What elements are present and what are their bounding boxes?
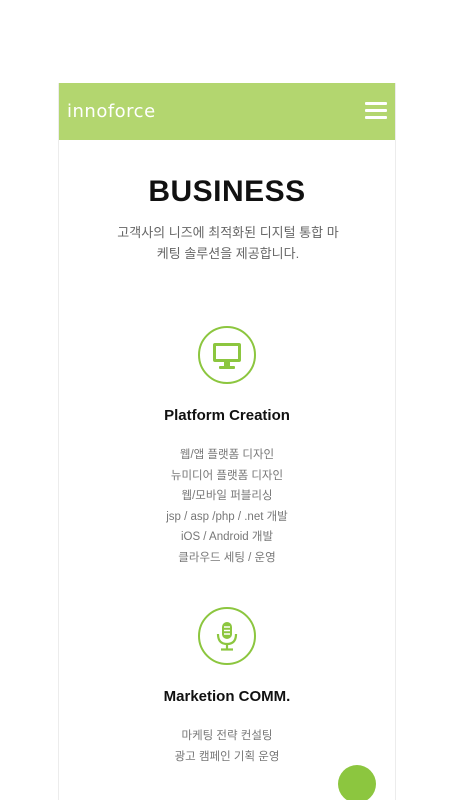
section-subtitle: 고객사의 니즈에 최적화된 디지털 통합 마 케팅 솔루션을 제공합니다. [103,222,353,264]
service-title: Platform Creation [164,407,290,424]
list-item: 클라우드 세팅 / 운영 [178,551,276,564]
section-title: BUSINESS [148,175,306,208]
service-platform-creation: Platform Creation 웹/앱 플랫폼 디자인 뉴미디어 플랫폼 디… [59,326,395,568]
service-marketing-comm: Marketion COMM. 마케팅 전략 컨설팅 광고 캠페인 기획 운영 [59,607,395,767]
service-item-list: 웹/앱 플랫폼 디자인 뉴미디어 플랫폼 디자인 웹/모바일 퍼블리싱 jsp … [59,445,395,568]
list-item: iOS / Android 개발 [180,531,274,543]
site-header: innoforce [59,83,395,140]
monitor-icon [198,326,256,384]
list-item: 웹/앱 플랫폼 디자인 [179,449,275,461]
microphone-icon [198,607,256,665]
list-item: 뉴미디어 플랫폼 디자인 [170,469,284,482]
service-title: Marketion COMM. [163,688,291,705]
mobile-page-frame: innoforce BUSINESS 고객사의 니즈에 최적화된 디지털 통합 … [58,83,396,800]
subtitle-line-2: 케팅 솔루션을 제공합니다. [156,246,300,261]
service-item-list: 마케팅 전략 컨설팅 광고 캠페인 기획 운영 [59,726,395,767]
hamburger-menu-icon[interactable] [365,101,387,119]
subtitle-line-1: 고객사의 니즈에 최적화된 디지털 통합 마 [117,225,339,240]
list-item: 웹/모바일 퍼블리싱 [181,490,273,502]
floating-action-button[interactable] [338,765,376,800]
innoforce-logo[interactable]: innoforce [67,101,156,122]
list-item: jsp / asp /php / .net 개발 [166,510,288,523]
list-item: 마케팅 전략 컨설팅 [181,730,273,742]
list-item: 광고 캠페인 기획 운영 [174,750,280,763]
